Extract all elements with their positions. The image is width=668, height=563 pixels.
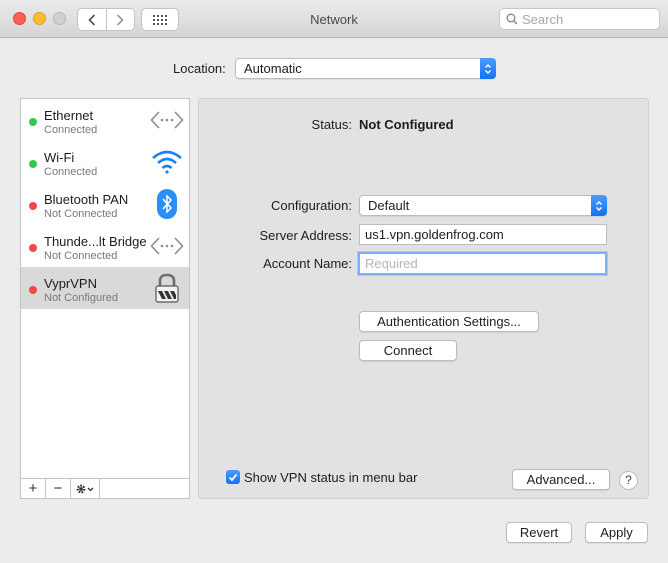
configuration-popup[interactable]: Default <box>359 195 607 216</box>
status-dot <box>29 118 37 126</box>
popup-arrows-icon <box>591 195 607 216</box>
service-name: Ethernet <box>44 108 94 123</box>
account-name-field[interactable] <box>358 252 607 275</box>
service-item-vyprvpn[interactable]: VyprVPN Not Configured <box>21 267 189 309</box>
show-vpn-status-label: Show VPN status in menu bar <box>244 470 418 485</box>
service-status: Connected <box>44 166 98 178</box>
add-service-button[interactable]: + <box>21 479 46 498</box>
detail-panel <box>198 98 649 499</box>
server-address-label: Server Address: <box>259 228 353 243</box>
service-item-wifi[interactable]: Wi-Fi Connected <box>21 141 189 183</box>
apply-button[interactable]: Apply <box>585 522 648 543</box>
service-item-bluetooth-pan[interactable]: Bluetooth PAN Not Connected <box>21 183 189 225</box>
status-dot <box>29 244 37 252</box>
account-name-label: Account Name: <box>263 256 352 271</box>
service-status: Not Configured <box>44 292 118 304</box>
service-name: Wi-Fi <box>44 150 75 165</box>
configuration-label: Configuration: <box>271 198 352 213</box>
server-address-field[interactable] <box>359 224 607 245</box>
revert-button[interactable]: Revert <box>506 522 572 543</box>
status-dot <box>29 202 37 210</box>
help-button[interactable]: ? <box>619 471 638 490</box>
search-field[interactable] <box>499 8 660 30</box>
remove-service-button[interactable]: − <box>46 479 71 498</box>
authentication-settings-button[interactable]: Authentication Settings... <box>359 311 539 332</box>
status-dot <box>29 160 37 168</box>
service-item-thunderbolt-bridge[interactable]: Thunde...lt Bridge Not Connected <box>21 225 189 267</box>
service-status: Not Connected <box>44 208 118 220</box>
configuration-value: Default <box>368 198 410 213</box>
service-item-ethernet[interactable]: Ethernet Connected <box>21 99 189 141</box>
gear-icon <box>76 484 94 493</box>
ethernet-icon <box>149 104 185 136</box>
location-value: Automatic <box>244 61 302 76</box>
bluetooth-icon <box>149 188 185 220</box>
service-status: Not Connected <box>44 250 118 262</box>
search-input[interactable] <box>522 11 652 27</box>
show-vpn-status-checkbox[interactable] <box>226 470 240 484</box>
location-label: Location: <box>173 61 226 76</box>
vpn-lock-icon <box>149 272 185 304</box>
checkmark-icon <box>228 473 238 481</box>
service-name: Bluetooth PAN <box>44 192 129 207</box>
service-status: Connected <box>44 124 98 136</box>
advanced-button[interactable]: Advanced... <box>512 469 610 490</box>
service-list: Ethernet Connected Wi-Fi Connected Bluet… <box>20 98 190 499</box>
thunderbolt-bridge-icon <box>149 230 185 262</box>
title-bar: Network <box>0 0 668 38</box>
search-icon <box>506 13 518 25</box>
sidebar-footer: + − <box>21 478 189 498</box>
service-name: Thunde...lt Bridge <box>44 234 147 249</box>
popup-arrows-icon <box>480 58 496 79</box>
location-popup[interactable]: Automatic <box>235 58 496 79</box>
service-name: VyprVPN <box>44 276 97 291</box>
action-menu-button[interactable] <box>71 479 100 498</box>
wifi-icon <box>149 146 185 178</box>
connect-button[interactable]: Connect <box>359 340 457 361</box>
status-label: Status: <box>311 117 352 132</box>
status-dot <box>29 286 37 294</box>
status-value: Not Configured <box>359 117 454 132</box>
